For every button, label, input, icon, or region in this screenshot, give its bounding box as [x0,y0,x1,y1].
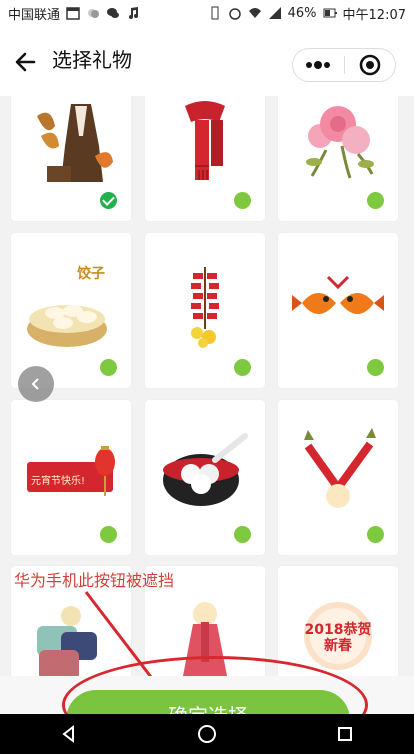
select-dot[interactable] [234,359,251,376]
gift-card-firecrackers[interactable] [145,233,265,388]
select-dot[interactable] [367,526,384,543]
select-dot[interactable] [367,359,384,376]
target-close-icon[interactable] [344,49,395,81]
home-circle-icon[interactable] [187,714,227,754]
select-dot[interactable] [234,526,251,543]
dumplings-label: 饺子 [77,266,105,282]
carrier-label: 中国联通 [8,7,61,23]
gift-card-roses[interactable] [278,96,398,221]
gift-grid: 饺子 元宵节快乐! 2018恭贺新春 [0,96,414,714]
wifi-icon [248,6,262,20]
gift-card-lantern-banner[interactable]: 元宵节快乐! [11,400,131,555]
back-arrow-icon[interactable] [12,48,40,76]
carousel-prev-button[interactable] [18,366,54,402]
roses-image [306,106,374,179]
battery-label: 46% [287,5,317,21]
lantern-banner-image [27,446,115,496]
select-dot[interactable] [234,192,251,209]
weather-icon [86,6,100,20]
gift-card-tangyuan[interactable] [145,400,265,555]
gift-card-fireworks[interactable] [278,400,398,555]
gift-card-autumn-coat[interactable] [11,96,131,221]
recent-apps-icon[interactable] [325,714,365,754]
calendar-icon [66,6,80,20]
vibrate-icon [208,6,222,20]
new-year-2018-label: 2018恭贺新春 [304,622,372,654]
tangyuan-image [163,433,248,506]
music-icon [126,6,140,20]
fish-image [292,275,384,314]
status-bar: 中国联通 46% 中午12:07 [0,0,414,26]
gift-card-red-scarf[interactable] [145,96,265,221]
system-navigation-bar [0,714,414,754]
back-triangle-icon[interactable] [49,714,89,754]
fireworks-image [304,428,376,508]
wechat-icon [106,6,120,20]
red-scarf-image [185,101,225,180]
more-dots-icon[interactable] [293,49,344,81]
selected-check-icon [100,192,117,209]
select-dot[interactable] [100,359,117,376]
alarm-icon [228,6,242,20]
select-dot[interactable] [100,526,117,543]
firecrackers-image [191,267,219,348]
battery-icon [323,6,337,20]
lantern-banner-label: 元宵节快乐! [31,476,86,487]
gift-card-dumplings[interactable]: 饺子 [11,233,131,388]
clock: 中午12:07 [342,7,406,23]
page-title: 选择礼物 [52,48,132,72]
navigation-bar: 选择礼物 [0,26,414,96]
gift-card-fish[interactable] [278,233,398,388]
annotation-text: 华为手机此按钮被遮挡 [14,571,175,590]
autumn-coat-image [37,104,113,182]
mini-program-capsule [292,48,396,82]
chevron-left-icon [31,378,39,390]
dumplings-image [27,305,107,347]
signal-icon [268,6,282,20]
select-dot[interactable] [367,192,384,209]
